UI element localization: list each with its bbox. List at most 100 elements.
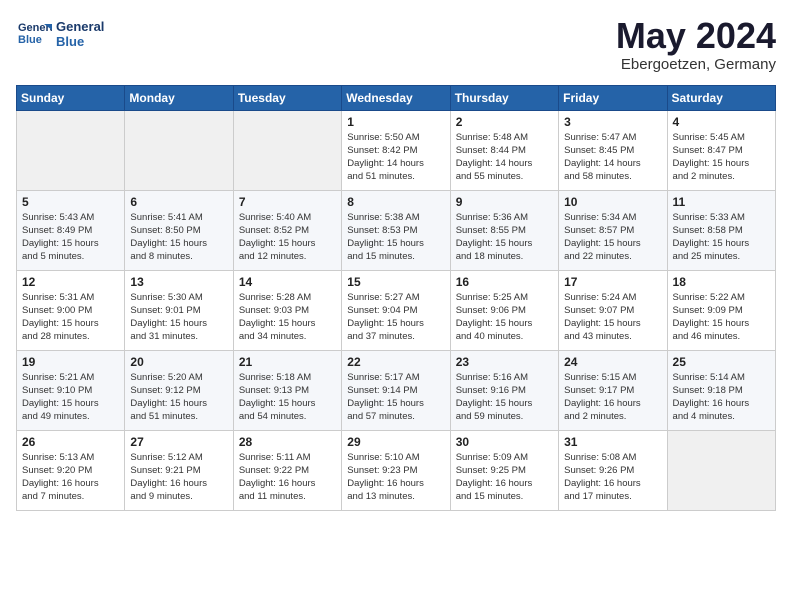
day-number: 25 [673,355,770,369]
calendar-day-19: 19 Sunrise: 5:21 AM Sunset: 9:10 PM Dayli… [17,350,125,430]
day-content: Sunrise: 5:17 AM Sunset: 9:14 PM Dayligh… [347,371,444,424]
calendar-day-16: 16Sunrise: 5:25 AM Sunset: 9:06 PM Dayli… [450,270,558,350]
calendar-day-29: 29Sunrise: 5:10 AM Sunset: 9:23 PM Dayli… [342,430,450,510]
day-number: 19 [22,355,119,369]
day-number: 8 [347,195,444,209]
empty-cell [125,110,233,190]
day-number: 28 [239,435,336,449]
day-number: 7 [239,195,336,209]
day-number: 22 [347,355,444,369]
calendar-day-1: 1Sunrise: 5:50 AM Sunset: 8:42 PM Daylig… [342,110,450,190]
calendar-day-13: 13Sunrise: 5:30 AM Sunset: 9:01 PM Dayli… [125,270,233,350]
calendar-week-row: 19 Sunrise: 5:21 AM Sunset: 9:10 PM Dayli… [17,350,776,430]
day-content: Sunrise: 5:28 AM Sunset: 9:03 PM Dayligh… [239,291,336,344]
day-content: Sunrise: 5:25 AM Sunset: 9:06 PM Dayligh… [456,291,553,344]
day-number: 29 [347,435,444,449]
day-content: Sunrise: 5:33 AM Sunset: 8:58 PM Dayligh… [673,211,770,264]
day-content: Sunrise: 5:13 AM Sunset: 9:20 PM Dayligh… [22,451,119,504]
calendar-week-row: 5Sunrise: 5:43 AM Sunset: 8:49 PM Daylig… [17,190,776,270]
svg-text:General: General [18,22,52,34]
empty-cell [667,430,775,510]
day-content: Sunrise: 5:21 AM Sunset: 9:10 PM Dayligh… [22,371,119,424]
day-content: Sunrise: 5:27 AM Sunset: 9:04 PM Dayligh… [347,291,444,344]
day-number: 15 [347,275,444,289]
col-header-tuesday: Tuesday [233,85,341,110]
svg-text:Blue: Blue [18,34,42,46]
title-block: May 2024 Ebergoetzen, Germany [616,16,776,73]
calendar-day-26: 26 Sunrise: 5:13 AM Sunset: 9:20 PM Dayli… [17,430,125,510]
day-content: Sunrise: 5:12 AM Sunset: 9:21 PM Dayligh… [130,451,227,504]
calendar-day-30: 30Sunrise: 5:09 AM Sunset: 9:25 PM Dayli… [450,430,558,510]
day-content: Sunrise: 5:14 AM Sunset: 9:18 PM Dayligh… [673,371,770,424]
calendar-table: SundayMondayTuesdayWednesdayThursdayFrid… [16,85,776,511]
day-content: Sunrise: 5:40 AM Sunset: 8:52 PM Dayligh… [239,211,336,264]
logo-text-general: General [56,19,104,34]
calendar-week-row: 26 Sunrise: 5:13 AM Sunset: 9:20 PM Dayli… [17,430,776,510]
col-header-wednesday: Wednesday [342,85,450,110]
day-number: 3 [564,115,661,129]
day-number: 18 [673,275,770,289]
day-number: 21 [239,355,336,369]
day-number: 26 [22,435,119,449]
empty-cell [233,110,341,190]
col-header-saturday: Saturday [667,85,775,110]
day-content: Sunrise: 5:16 AM Sunset: 9:16 PM Dayligh… [456,371,553,424]
day-content: Sunrise: 5:18 AM Sunset: 9:13 PM Dayligh… [239,371,336,424]
day-content: Sunrise: 5:30 AM Sunset: 9:01 PM Dayligh… [130,291,227,344]
day-number: 4 [673,115,770,129]
location-subtitle: Ebergoetzen, Germany [616,56,776,73]
day-content: Sunrise: 5:09 AM Sunset: 9:25 PM Dayligh… [456,451,553,504]
calendar-day-15: 15 Sunrise: 5:27 AM Sunset: 9:04 PM Dayli… [342,270,450,350]
calendar-day-5: 5Sunrise: 5:43 AM Sunset: 8:49 PM Daylig… [17,190,125,270]
day-content: Sunrise: 5:36 AM Sunset: 8:55 PM Dayligh… [456,211,553,264]
logo-text-blue: Blue [56,34,104,49]
calendar-day-22: 22 Sunrise: 5:17 AM Sunset: 9:14 PM Dayli… [342,350,450,430]
col-header-monday: Monday [125,85,233,110]
calendar-day-28: 28Sunrise: 5:11 AM Sunset: 9:22 PM Dayli… [233,430,341,510]
calendar-week-row: 12 Sunrise: 5:31 AM Sunset: 9:00 PM Dayli… [17,270,776,350]
day-number: 14 [239,275,336,289]
day-content: Sunrise: 5:47 AM Sunset: 8:45 PM Dayligh… [564,131,661,184]
calendar-day-10: 10Sunrise: 5:34 AM Sunset: 8:57 PM Dayli… [559,190,667,270]
day-content: Sunrise: 5:34 AM Sunset: 8:57 PM Dayligh… [564,211,661,264]
day-number: 2 [456,115,553,129]
day-content: Sunrise: 5:22 AM Sunset: 9:09 PM Dayligh… [673,291,770,344]
calendar-day-14: 14 Sunrise: 5:28 AM Sunset: 9:03 PM Dayli… [233,270,341,350]
day-content: Sunrise: 5:38 AM Sunset: 8:53 PM Dayligh… [347,211,444,264]
calendar-day-8: 8 Sunrise: 5:38 AM Sunset: 8:53 PM Daylig… [342,190,450,270]
calendar-day-6: 6Sunrise: 5:41 AM Sunset: 8:50 PM Daylig… [125,190,233,270]
calendar-day-31: 31 Sunrise: 5:08 AM Sunset: 9:26 PM Dayli… [559,430,667,510]
calendar-day-11: 11 Sunrise: 5:33 AM Sunset: 8:58 PM Dayli… [667,190,775,270]
calendar-day-24: 24Sunrise: 5:15 AM Sunset: 9:17 PM Dayli… [559,350,667,430]
calendar-day-21: 21 Sunrise: 5:18 AM Sunset: 9:13 PM Dayli… [233,350,341,430]
calendar-day-27: 27 Sunrise: 5:12 AM Sunset: 9:21 PM Dayli… [125,430,233,510]
day-number: 23 [456,355,553,369]
day-number: 12 [22,275,119,289]
calendar-day-9: 9Sunrise: 5:36 AM Sunset: 8:55 PM Daylig… [450,190,558,270]
day-number: 31 [564,435,661,449]
day-content: Sunrise: 5:15 AM Sunset: 9:17 PM Dayligh… [564,371,661,424]
day-content: Sunrise: 5:43 AM Sunset: 8:49 PM Dayligh… [22,211,119,264]
day-number: 20 [130,355,227,369]
calendar-day-4: 4 Sunrise: 5:45 AM Sunset: 8:47 PM Daylig… [667,110,775,190]
calendar-day-23: 23 Sunrise: 5:16 AM Sunset: 9:16 PM Dayli… [450,350,558,430]
col-header-thursday: Thursday [450,85,558,110]
logo: General Blue General Blue [16,16,104,52]
day-content: Sunrise: 5:45 AM Sunset: 8:47 PM Dayligh… [673,131,770,184]
day-content: Sunrise: 5:24 AM Sunset: 9:07 PM Dayligh… [564,291,661,344]
calendar-week-row: 1Sunrise: 5:50 AM Sunset: 8:42 PM Daylig… [17,110,776,190]
day-content: Sunrise: 5:31 AM Sunset: 9:00 PM Dayligh… [22,291,119,344]
page-header: General Blue General Blue May 2024 Eberg… [16,16,776,73]
day-number: 27 [130,435,227,449]
calendar-day-12: 12 Sunrise: 5:31 AM Sunset: 9:00 PM Dayli… [17,270,125,350]
day-number: 17 [564,275,661,289]
month-year-title: May 2024 [616,16,776,56]
col-header-friday: Friday [559,85,667,110]
day-number: 11 [673,195,770,209]
calendar-header-row: SundayMondayTuesdayWednesdayThursdayFrid… [17,85,776,110]
day-content: Sunrise: 5:50 AM Sunset: 8:42 PM Dayligh… [347,131,444,184]
calendar-day-20: 20Sunrise: 5:20 AM Sunset: 9:12 PM Dayli… [125,350,233,430]
calendar-day-18: 18 Sunrise: 5:22 AM Sunset: 9:09 PM Dayli… [667,270,775,350]
day-content: Sunrise: 5:08 AM Sunset: 9:26 PM Dayligh… [564,451,661,504]
calendar-day-17: 17 Sunrise: 5:24 AM Sunset: 9:07 PM Dayli… [559,270,667,350]
